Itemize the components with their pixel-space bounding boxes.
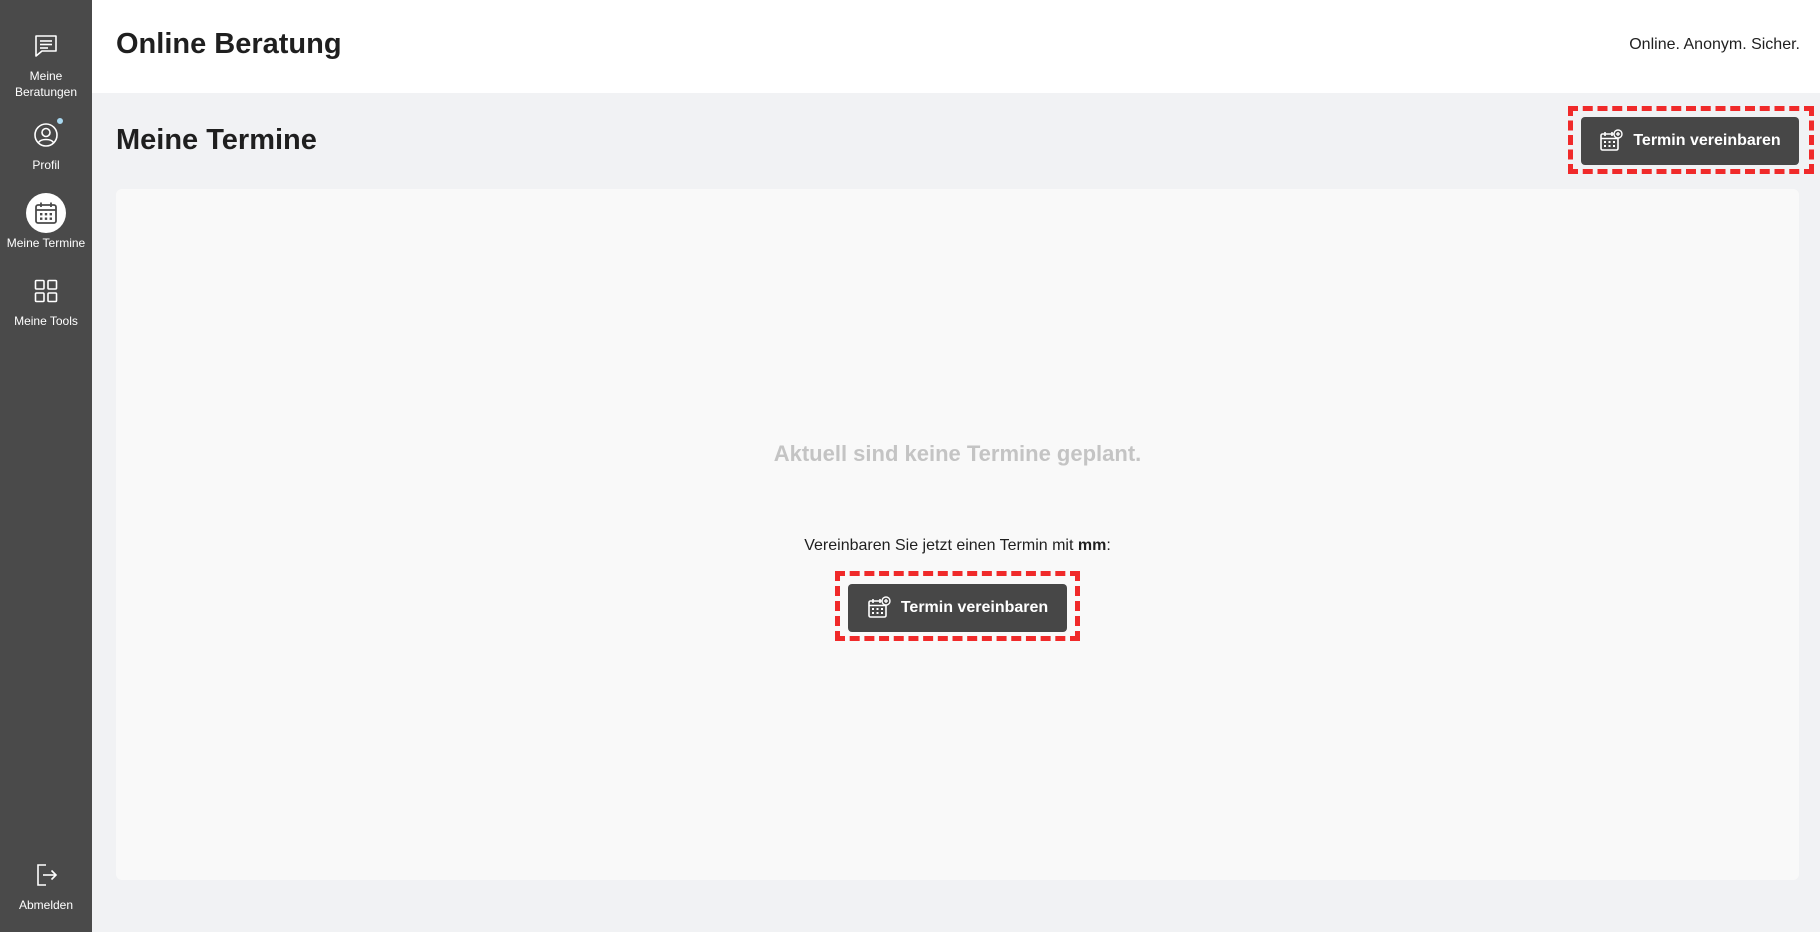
invite-prefix: Vereinbaren Sie jetzt einen Termin mit — [804, 537, 1078, 554]
sidebar: Meine Beratungen Profil Meine Termine Me… — [0, 0, 92, 932]
consultant-name: mm — [1077, 537, 1107, 554]
grid-icon — [26, 271, 66, 311]
top-header: Online Beratung Online. Anonym. Sicher. — [92, 0, 1820, 93]
calendar-plus-icon — [867, 596, 891, 620]
book-appointment-label: Termin vereinbaren — [900, 599, 1049, 616]
logout-label: Abmelden — [18, 898, 74, 912]
sidebar-item-meine-beratungen[interactable]: Meine Beratungen — [0, 26, 92, 100]
sidebar-item-label: Meine Termine — [6, 236, 86, 250]
book-appointment-button[interactable]: Termin vereinbaren — [1581, 117, 1799, 165]
tagline: Online. Anonym. Sicher. — [1629, 36, 1800, 53]
calendar-icon — [26, 193, 66, 233]
book-appointment-center-button[interactable]: Termin vereinbaren — [848, 584, 1067, 632]
calendar-plus-icon — [1599, 129, 1624, 153]
app-title: Online Beratung — [116, 28, 342, 60]
sidebar-item-profil[interactable]: Profil — [0, 115, 92, 173]
empty-state-message: Aktuell sind keine Termine geplant. — [773, 441, 1142, 466]
book-appointment-label: Termin vereinbaren — [1633, 132, 1781, 149]
chat-icon — [26, 26, 66, 66]
appointments-panel: Aktuell sind keine Termine geplant. Vere… — [116, 189, 1799, 880]
sidebar-item-meine-tools[interactable]: Meine Tools — [0, 271, 92, 329]
page-title: Meine Termine — [116, 124, 317, 156]
notification-dot — [56, 117, 64, 125]
sidebar-item-meine-termine[interactable]: Meine Termine — [0, 193, 92, 251]
logout-button[interactable]: Abmelden — [0, 855, 92, 913]
invite-text: Vereinbaren Sie jetzt einen Termin mit m… — [116, 537, 1799, 555]
profile-icon — [26, 115, 66, 155]
logout-icon — [26, 855, 66, 895]
sidebar-item-label: Profil — [32, 158, 60, 172]
invite-suffix: : — [1106, 537, 1111, 554]
sidebar-item-label: Meine Beratungen — [14, 69, 78, 99]
sidebar-item-label: Meine Tools — [14, 314, 78, 328]
